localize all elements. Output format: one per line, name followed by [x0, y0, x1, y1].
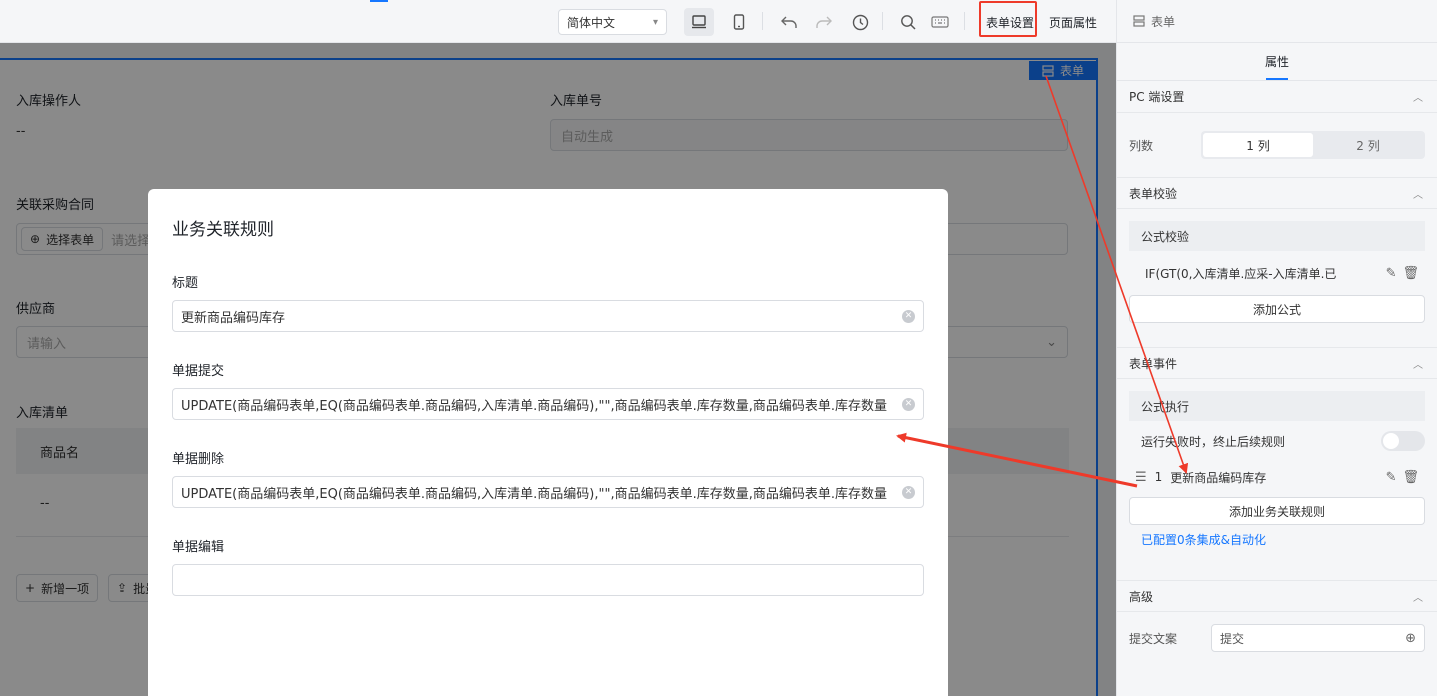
top-toolbar: 简体中文 ▾ 表单设置 页面属性 [0, 0, 1116, 43]
column-1-option[interactable]: 1 列 [1203, 133, 1313, 157]
submit-text-input[interactable]: 提交 ⊕ [1211, 624, 1425, 652]
mobile-icon [733, 14, 745, 30]
desktop-icon [692, 15, 706, 29]
columns-segmented: 1 列 2 列 [1201, 131, 1425, 159]
search-button[interactable] [893, 8, 923, 36]
formula-item: IF(GT(0,入库清单.应采-入库清单.已 ✎ 🗑 [1129, 251, 1425, 295]
rule-title-input[interactable]: 更新商品编码库存 ✕ [172, 300, 924, 332]
validation-title: 表单校验 [1129, 186, 1178, 201]
edit-formula-input[interactable] [172, 564, 924, 596]
delete-formula-label: 单据删除 [172, 452, 225, 467]
rule-item-name: 更新商品编码库存 [1170, 470, 1267, 485]
delete-icon[interactable]: 🗑 [1402, 266, 1419, 281]
redo-button[interactable] [809, 8, 839, 36]
globe-icon[interactable]: ⊕ [1405, 631, 1416, 646]
add-formula-button[interactable]: 添加公式 [1129, 295, 1425, 323]
events-header[interactable]: 表单事件 ︿ [1117, 347, 1437, 379]
toolbar-divider [882, 12, 883, 30]
chevron-up-icon: ︿ [1413, 592, 1423, 604]
chevron-up-icon: ︿ [1413, 359, 1423, 371]
properties-panel: 表单 属性 PC 端设置 ︿ 列数 1 列 2 列 表单校验 ︿ 公式校验 IF… [1116, 0, 1437, 696]
history-button[interactable] [845, 8, 875, 36]
formula-exec-title: 公式执行 [1129, 391, 1425, 421]
panel-header-title: 表单 [1151, 14, 1176, 29]
integration-link[interactable]: 已配置0条集成&自动化 [1117, 531, 1437, 548]
advanced-header[interactable]: 高级 ︿ [1117, 580, 1437, 612]
history-icon [852, 14, 868, 30]
form-icon [1133, 15, 1145, 27]
redo-icon [816, 16, 832, 28]
clear-icon[interactable]: ✕ [902, 309, 915, 323]
language-select[interactable]: 简体中文 ▾ [558, 9, 667, 35]
submit-text-label: 提交文案 [1129, 631, 1178, 646]
modal-title: 业务关联规则 [172, 220, 274, 240]
pc-settings-title: PC 端设置 [1129, 90, 1185, 104]
clear-icon[interactable]: ✕ [902, 485, 915, 499]
mobile-view-button[interactable] [724, 8, 754, 36]
submit-formula-input[interactable]: UPDATE(商品编码表单,EQ(商品编码表单.商品编码,入库清单.商品编码),… [172, 388, 924, 420]
formula-check-title: 公式校验 [1129, 221, 1425, 251]
toolbar-divider [964, 12, 965, 30]
form-settings-highlight [979, 1, 1037, 37]
desktop-view-button[interactable] [684, 8, 714, 36]
search-icon [901, 15, 916, 30]
chevron-down-icon: ▾ [652, 16, 658, 28]
formula-exec-card: 公式执行 运行失败时，终止后续规则 ☰ 1 更新商品编码库存 ✎ 🗑 [1129, 391, 1425, 493]
submit-formula-value: UPDATE(商品编码表单,EQ(商品编码表单.商品编码,入库清单.商品编码),… [181, 398, 887, 414]
events-title: 表单事件 [1129, 356, 1178, 371]
delete-formula-input[interactable]: UPDATE(商品编码表单,EQ(商品编码表单.商品编码,入库清单.商品编码),… [172, 476, 924, 508]
rule-title-label: 标题 [172, 276, 199, 291]
business-rule-modal: 业务关联规则 标题 更新商品编码库存 ✕ 单据提交 UPDATE(商品编码表单,… [148, 189, 948, 696]
delete-formula-value: UPDATE(商品编码表单,EQ(商品编码表单.商品编码,入库清单.商品编码),… [181, 486, 887, 502]
fail-stop-row: 运行失败时，终止后续规则 [1129, 421, 1425, 461]
pc-settings-header[interactable]: PC 端设置 ︿ [1117, 81, 1437, 113]
submit-text-value: 提交 [1220, 631, 1245, 646]
language-value: 简体中文 [567, 15, 616, 30]
submit-text-row: 提交文案 提交 ⊕ [1117, 612, 1437, 664]
edit-formula-label: 单据编辑 [172, 540, 225, 555]
rule-item-index: 1 [1154, 470, 1163, 484]
column-2-option[interactable]: 2 列 [1313, 133, 1423, 157]
submit-formula-label: 单据提交 [172, 364, 225, 379]
edit-icon[interactable]: ✎ [1386, 470, 1397, 485]
formula-check-card: 公式校验 IF(GT(0,入库清单.应采-入库清单.已 ✎ 🗑 [1129, 221, 1425, 295]
shortcut-button[interactable] [925, 8, 955, 36]
fail-stop-label: 运行失败时，终止后续规则 [1141, 434, 1286, 449]
undo-icon [781, 16, 797, 28]
app-root: 简体中文 ▾ 表单设置 页面属性 表单 属性 PC 端设置 ︿ 列数 1 列 2… [0, 0, 1437, 696]
panel-header: 表单 [1117, 0, 1437, 43]
columns-row: 列数 1 列 2 列 [1117, 113, 1437, 177]
active-indicator [370, 0, 388, 2]
delete-icon[interactable]: 🗑 [1402, 470, 1419, 485]
undo-button[interactable] [774, 8, 804, 36]
rule-title-value: 更新商品编码库存 [181, 310, 286, 326]
edit-icon[interactable]: ✎ [1386, 266, 1397, 281]
keyboard-icon [931, 16, 949, 28]
advanced-title: 高级 [1129, 589, 1154, 604]
columns-label: 列数 [1129, 138, 1154, 153]
add-business-rule-button[interactable]: 添加业务关联规则 [1129, 497, 1425, 525]
chevron-up-icon: ︿ [1413, 189, 1423, 201]
tab-properties-label: 属性 [1264, 55, 1289, 69]
rule-item[interactable]: ☰ 1 更新商品编码库存 ✎ 🗑 [1129, 461, 1425, 493]
page-properties-button[interactable]: 页面属性 [1049, 14, 1097, 31]
drag-handle-icon[interactable]: ☰ [1135, 470, 1147, 485]
formula-item-text: IF(GT(0,入库清单.应采-入库清单.已 [1145, 266, 1337, 281]
toolbar-divider [762, 12, 763, 30]
fail-stop-toggle[interactable] [1381, 431, 1425, 451]
chevron-up-icon: ︿ [1413, 93, 1423, 104]
tab-properties[interactable]: 属性 [1117, 43, 1437, 81]
clear-icon[interactable]: ✕ [902, 397, 915, 411]
validation-header[interactable]: 表单校验 ︿ [1117, 177, 1437, 209]
